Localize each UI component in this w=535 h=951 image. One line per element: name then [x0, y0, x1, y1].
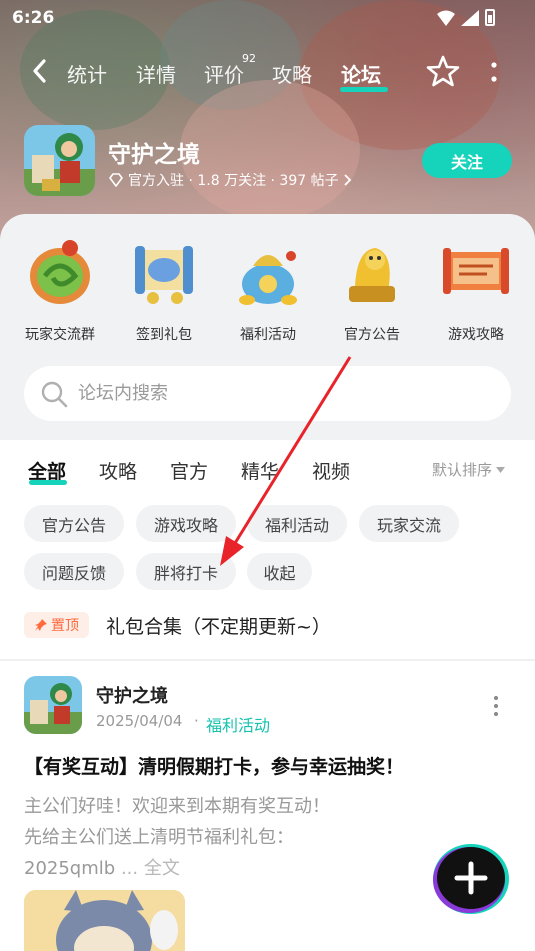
game-logo-art-icon: [24, 125, 95, 196]
post-date: 2025/04/04: [96, 712, 183, 730]
search-icon: [41, 381, 68, 408]
top-nav: 统计 详情 评价 92 攻略 论坛: [0, 50, 535, 94]
game-meta-text: 官方入驻 · 1.8 万关注 · 397 帖子: [128, 173, 339, 189]
chip-feedback[interactable]: 问题反馈: [24, 553, 124, 590]
strategy-scroll-icon: [443, 248, 509, 294]
battery-icon: [485, 9, 495, 26]
chip-official-announcement[interactable]: 官方公告: [24, 505, 124, 542]
shortcut-announcement[interactable]: 官方公告: [320, 236, 424, 346]
sort-dropdown[interactable]: 默认排序: [432, 459, 506, 480]
tab-reviews[interactable]: 评价: [204, 59, 244, 88]
pinned-badge-label: 置顶: [51, 618, 79, 634]
treasure-bag-icon: [239, 251, 297, 305]
shortcut-label: 签到礼包: [136, 327, 192, 343]
avatar-art-icon: [24, 676, 82, 734]
chip-checkin[interactable]: 胖将打卡: [136, 553, 236, 590]
pinned-post[interactable]: 置顶 礼包合集（不定期更新~）: [0, 605, 535, 645]
jade-dragon-icon: [30, 240, 90, 304]
caret-down-icon: [496, 466, 506, 473]
shortcut-label: 福利活动: [240, 327, 296, 343]
more-vertical-icon[interactable]: [484, 60, 504, 86]
post-meta-separator: ·: [194, 712, 199, 730]
tab-strategy[interactable]: 攻略: [99, 457, 137, 484]
read-more-link[interactable]: ... 全文: [121, 858, 180, 879]
wifi-icon: [437, 10, 455, 26]
scroll-gift-icon: [135, 246, 193, 304]
post-body-line: 主公们好哇！欢迎来到本期有奖互动！: [24, 796, 330, 817]
pin-icon: [35, 619, 47, 631]
post-image[interactable]: [24, 890, 185, 951]
pinned-badge: 置顶: [24, 612, 89, 638]
chip-welfare-activity[interactable]: 福利活动: [247, 505, 347, 542]
category-tabs: 全部 攻略 官方 精华 视频 默认排序: [0, 440, 535, 496]
shortcut-player-group[interactable]: 玩家交流群: [8, 236, 112, 346]
active-tab-indicator: [340, 87, 388, 92]
pinned-title: 礼包合集（不定期更新~）: [106, 616, 331, 638]
back-icon[interactable]: [26, 56, 56, 86]
game-title: 守护之境: [108, 142, 200, 168]
status-time: 6:26: [12, 8, 55, 28]
shortcut-label: 官方公告: [344, 327, 400, 343]
more-vertical-icon[interactable]: [488, 695, 504, 717]
shortcut-label: 玩家交流群: [25, 327, 95, 343]
tab-forum[interactable]: 论坛: [341, 59, 381, 88]
avatar[interactable]: [24, 676, 82, 734]
review-count-badge: 92: [242, 52, 256, 65]
post-gift-code: 2025qmlb: [24, 858, 116, 879]
divider: [0, 659, 535, 661]
shortcut-strategy[interactable]: 游戏攻略: [424, 236, 528, 346]
tab-video[interactable]: 视频: [312, 457, 350, 484]
header-banner: 6:26 统计 详情 评价 92 攻略 论坛 守护之境 官方入驻 · 1.8 万…: [0, 0, 535, 250]
post-category[interactable]: 福利活动: [206, 712, 270, 736]
chip-player-exchange[interactable]: 玩家交流: [359, 505, 459, 542]
post-author[interactable]: 守护之境: [96, 682, 168, 708]
chip-game-strategy[interactable]: 游戏攻略: [136, 505, 236, 542]
shortcut-checkin-gift[interactable]: 签到礼包: [112, 236, 216, 346]
cartoon-cat-image-icon: [24, 890, 185, 951]
tab-stats[interactable]: 统计: [67, 59, 107, 88]
signal-icon: [461, 9, 479, 26]
search-input[interactable]: [78, 366, 478, 421]
forum-search-bar[interactable]: [24, 366, 511, 421]
game-info: 守护之境 官方入驻 · 1.8 万关注 · 397 帖子 关注: [24, 125, 514, 197]
shortcut-welfare[interactable]: 福利活动: [216, 236, 320, 346]
sort-label: 默认排序: [432, 461, 493, 479]
status-icons: [437, 9, 495, 26]
tab-featured[interactable]: 精华: [241, 457, 279, 484]
forum-panel: 玩家交流群 签到礼包 福利活动 官方公告 游戏攻略 论坛内搜索: [0, 214, 535, 440]
tab-details[interactable]: 详情: [136, 59, 176, 88]
chip-collapse[interactable]: 收起: [247, 553, 312, 590]
shortcut-label: 游戏攻略: [448, 327, 504, 343]
game-logo[interactable]: [24, 125, 95, 196]
post-body-line: 2025qmlb ... 全文: [24, 854, 180, 880]
category-active-indicator: [29, 480, 67, 485]
diamond-icon: [109, 173, 123, 187]
game-meta[interactable]: 官方入驻 · 1.8 万关注 · 397 帖子: [108, 170, 353, 190]
post-title[interactable]: 【有奖互动】清明假期打卡，参与幸运抽奖！: [24, 752, 404, 779]
follow-button[interactable]: 关注: [422, 143, 512, 178]
star-icon[interactable]: [426, 54, 460, 88]
chevron-right-icon: [343, 174, 351, 186]
create-post-button[interactable]: [431, 842, 511, 916]
shortcut-row: 玩家交流群 签到礼包 福利活动 官方公告 游戏攻略: [0, 236, 535, 346]
golden-lion-icon: [349, 248, 395, 302]
tab-guides[interactable]: 攻略: [272, 59, 312, 88]
tab-official[interactable]: 官方: [170, 457, 208, 484]
tag-chips: 官方公告 游戏攻略 福利活动 玩家交流 问题反馈 胖将打卡 收起: [0, 505, 535, 595]
status-bar: 6:26: [0, 0, 535, 38]
post-body-line: 先给主公们送上清明节福利礼包：: [24, 827, 294, 848]
